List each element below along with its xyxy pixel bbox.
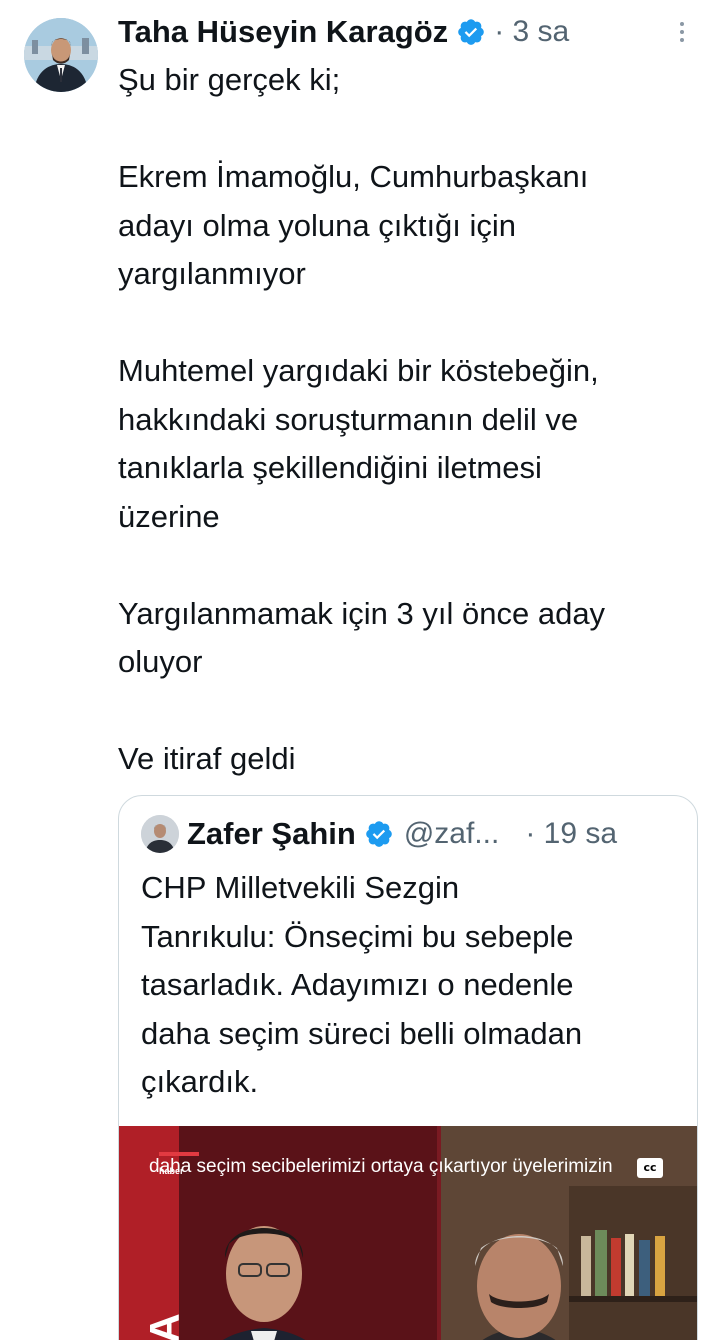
tweet-line: hakkındaki soruşturmanın delil ve	[118, 401, 579, 437]
svg-text:KA: KA	[141, 1313, 188, 1340]
quoted-line: tasarladık. Adayımızı o nedenle	[141, 967, 574, 1002]
quoted-author-avatar[interactable]	[141, 815, 179, 853]
quoted-author-name: Zafer Şahin	[187, 816, 356, 851]
quoted-tweet-card[interactable]: Zafer Şahin @zaf... · 19 sa CHP Milletve…	[118, 795, 698, 1340]
author-avatar[interactable]	[24, 18, 98, 92]
closed-captions-icon[interactable]: cc	[637, 1158, 663, 1178]
quoted-author-handle: @zaf...	[403, 817, 500, 850]
quoted-line: CHP Milletvekili Sezgin	[141, 870, 460, 905]
tweet-line: oluyor	[118, 644, 203, 679]
quoted-tweet-header: Zafer Şahin @zaf... · 19 sa	[141, 814, 686, 854]
more-options-icon[interactable]	[670, 16, 694, 48]
verified-badge-icon	[456, 17, 486, 47]
tweet-header: Taha Hüseyin Karagöz · 3 sa	[118, 10, 708, 54]
tweet-line: Şu bir gerçek ki;	[118, 62, 341, 97]
tweet-line: Yargılanmamak için 3 yıl önce aday	[118, 595, 606, 631]
tweet-line: Ekrem İmamoğlu, Cumhurbaşkanı	[118, 159, 589, 194]
quoted-tweet-text: CHP Milletvekili Sezgin Tanrıkulu: Önseç…	[141, 864, 681, 1107]
tweet-line: Ve itiraf geldi	[118, 741, 296, 776]
video-thumbnail[interactable]: haber KA daha seç	[119, 1126, 697, 1340]
author-name[interactable]: Taha Hüseyin Karagöz	[118, 14, 448, 50]
quoted-line: çıkardık.	[141, 1064, 259, 1099]
tweet-line: üzerine	[118, 498, 220, 534]
quoted-line: daha seçim süreci belli olmadan	[141, 1015, 583, 1051]
quoted-line: Tanrıkulu: Önseçimi bu sebeple	[141, 918, 574, 954]
quoted-tweet-time: · 19 sa	[525, 817, 618, 850]
tweet-line: tanıklarla şekillendiğini iletmesi	[118, 450, 542, 485]
verified-badge-icon	[364, 819, 394, 849]
video-caption: daha seçim secibelerimizi ortaya çıkartı…	[149, 1156, 613, 1177]
tweet-line: yargılanmıyor	[118, 256, 306, 291]
tweet-line: adayı olma yoluna çıktığı için	[118, 207, 517, 243]
tweet-text: Şu bir gerçek ki; Ekrem İmamoğlu, Cumhur…	[118, 56, 703, 784]
tweet-time[interactable]: · 3 sa	[494, 15, 569, 49]
tweet-line: Muhtemel yargıdaki bir köstebeğin,	[118, 353, 599, 388]
